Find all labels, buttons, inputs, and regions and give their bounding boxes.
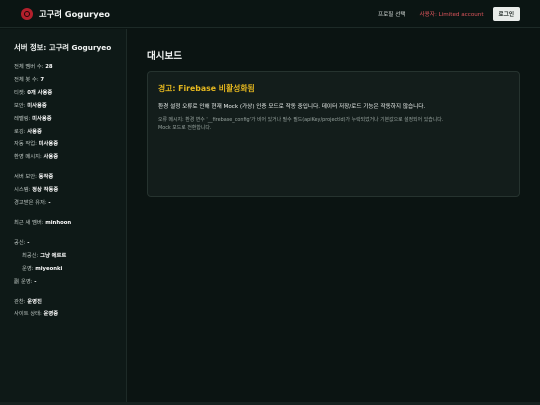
- warning-detail-line1: 오류 메시지: 환경 변수 '__firebase_config'가 비어 있거…: [158, 117, 444, 123]
- stat-server-security: 서버 보안: 동작중: [14, 174, 54, 181]
- stat-total-bots: 전체 봇 수: 7: [14, 76, 45, 83]
- profile-select-link[interactable]: 프로필 선택: [378, 10, 406, 18]
- login-button[interactable]: 로그인: [492, 6, 520, 21]
- server-info-title: 서버 정보: 고구려 Goguryeo: [14, 43, 112, 52]
- stat-system: 시스템: 정상 작동중: [14, 187, 59, 194]
- stat-warned-users: 경고받은 유저: -: [14, 200, 51, 207]
- stat-newest-member: 최근 새 멤버: minhoon: [14, 219, 72, 226]
- warning-detail-line2: Mock 모드로 전환합니다.: [158, 125, 212, 131]
- stat-total-members: 전체 멤버 수: 28: [14, 64, 53, 70]
- stat-leveling: 레벨링: 미사용중: [14, 115, 52, 122]
- top-bar: 고구려 Goguryeo 프로필 선택 사용자: Limited account…: [0, 0, 540, 28]
- stat-security: 보안: 미사용중: [14, 102, 47, 109]
- stat-auto-tasks: 자동 작업: 미사용중: [14, 141, 59, 148]
- stat-admin: 관찬: 운영진: [14, 298, 42, 305]
- stat-sub-owner: 최공신: 그냥 에르르: [22, 252, 67, 259]
- page-title: 대시보드: [147, 51, 182, 62]
- warning-title: 경고: Firebase 비활성화됨: [158, 84, 255, 93]
- user-label: 사용자: Limited account: [419, 11, 484, 18]
- stat-tickets: 티켓: 0개 사용중: [14, 89, 53, 96]
- firebase-warning-card: 경고: Firebase 비활성화됨 환경 설정 오류로 인해 현재 Mock …: [147, 71, 520, 197]
- logo-icon[interactable]: [21, 7, 33, 20]
- top-right-group: 프로필 선택 사용자: Limited account 로그인: [378, 6, 520, 21]
- main-content: 대시보드 경고: Firebase 비활성화됨 환경 설정 오류로 인해 현재 …: [128, 29, 540, 405]
- warning-message: 환경 설정 오류로 인해 현재 Mock (가상) 인증 모드로 작동 중입니다…: [158, 104, 426, 110]
- stat-sub-manager: 副 운영: -: [14, 278, 37, 285]
- stat-manager: 운영: miyeonki: [22, 265, 63, 272]
- sidebar: 서버 정보: 고구려 Goguryeo 전체 멤버 수: 28 전체 봇 수: …: [0, 29, 127, 405]
- brand-name[interactable]: 고구려 Goguryeo: [39, 8, 110, 20]
- stat-site-status: 사이트 상태: 운영중: [14, 311, 59, 318]
- stat-owner: 공신: -: [14, 239, 30, 246]
- stat-logging: 로깅: 사용중: [14, 128, 42, 135]
- stat-welcome-message: 환영 메시지: 사용중: [14, 154, 59, 161]
